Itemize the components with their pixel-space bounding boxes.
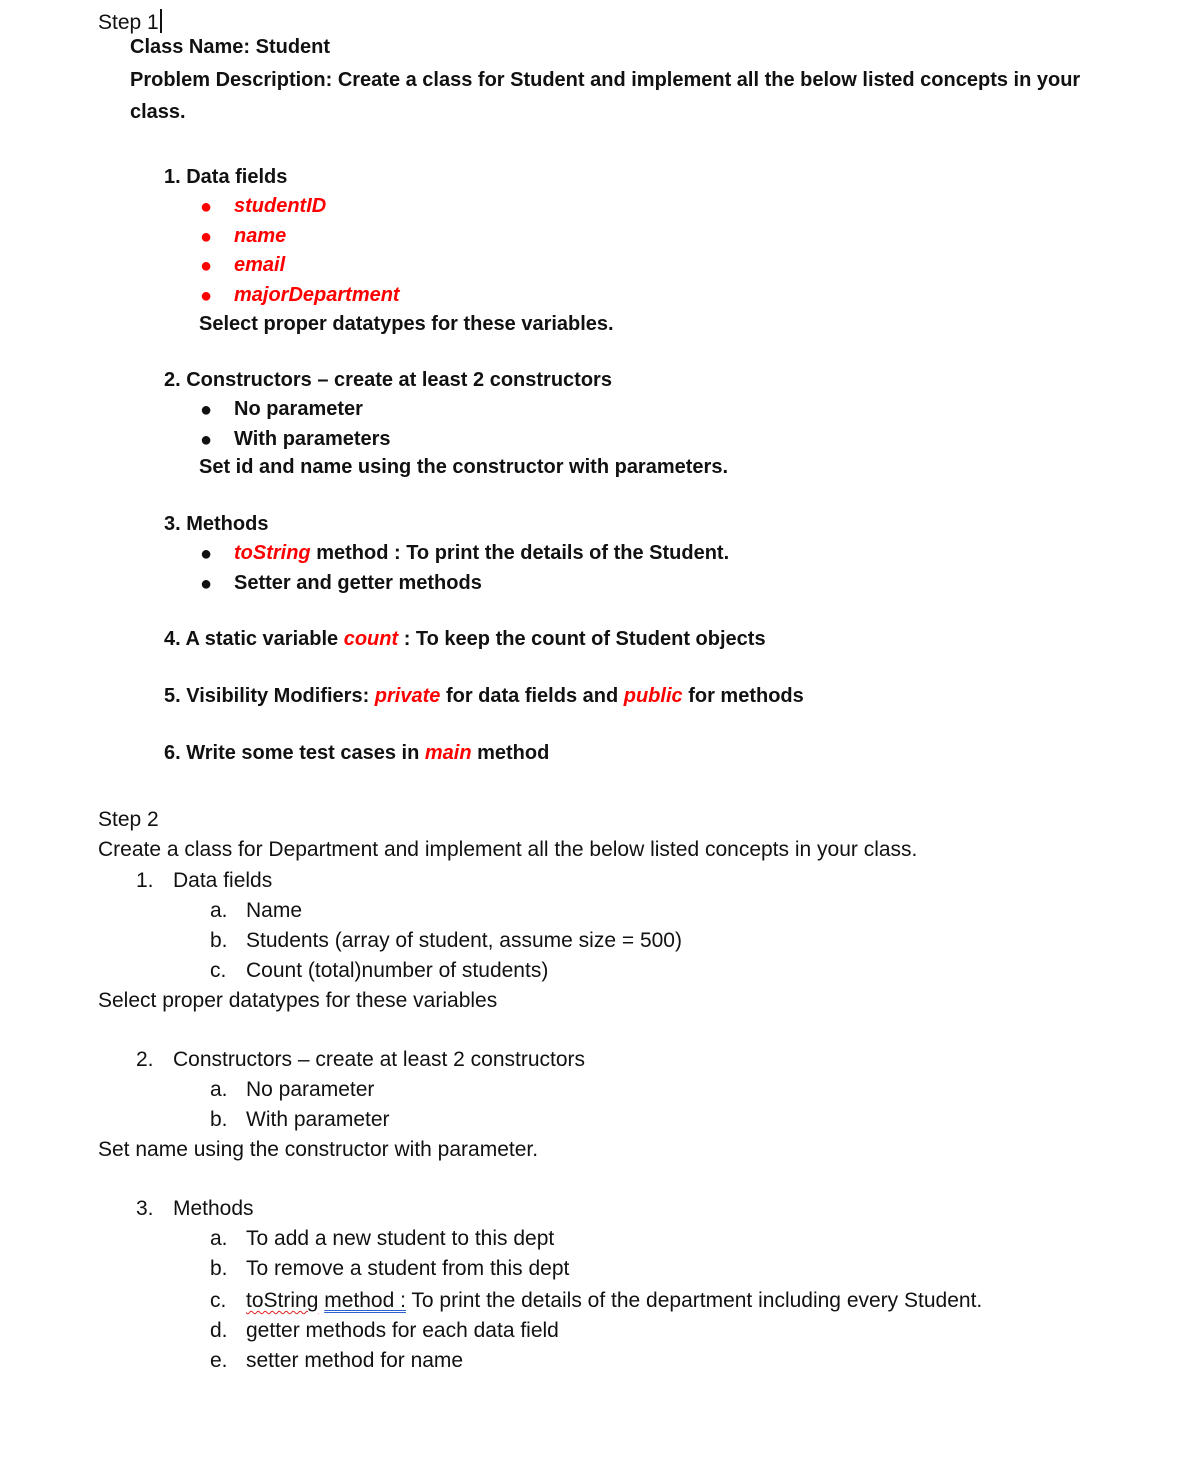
spellcheck-flagged-word[interactable]: toString [246, 1289, 318, 1312]
constructor-item: With parameters [234, 428, 391, 450]
data-fields-title: 1. Data fields [164, 166, 288, 188]
visibility-middle: for data fields and [440, 685, 624, 707]
private-keyword: private [374, 685, 441, 707]
bullet-icon: ● [200, 573, 213, 595]
field-item: email [234, 254, 286, 276]
list-number: 3. [136, 1197, 154, 1220]
step2-heading: Step 2 [98, 808, 159, 831]
problem-description-line1: Problem Description: Create a class for … [130, 69, 1081, 91]
constructor-item: No parameter [234, 398, 363, 420]
list-number: 2. [136, 1048, 154, 1071]
static-variable-prefix: 4. A static variable [164, 628, 344, 650]
dept-method-item: getter methods for each data field [246, 1319, 559, 1342]
dept-constructor-item: No parameter [246, 1078, 375, 1101]
tostring-keyword: toString [234, 542, 311, 564]
test-cases-prefix: 6. Write some test cases in [164, 742, 425, 764]
list-marker: e. [210, 1349, 228, 1372]
dept-method-item: toString method : To print the details o… [246, 1289, 982, 1313]
problem-description-line2: class. [130, 101, 186, 123]
dept-constructor-item: With parameter [246, 1108, 390, 1131]
static-variable-line: 4. A static variable count : To keep the… [164, 628, 766, 651]
class-name-label: Class Name: Student [130, 36, 331, 58]
method-item-accessors: Setter and getter methods [234, 572, 482, 594]
public-keyword: public [623, 685, 683, 707]
bullet-icon: ● [200, 285, 213, 307]
list-marker: c. [210, 959, 227, 982]
bullet-icon: ● [200, 196, 213, 218]
dept-field-item: Students (array of student, assume size … [246, 929, 682, 952]
dept-field-item: Count (total)number of students) [246, 959, 549, 982]
static-variable-suffix: : To keep the count of Student objects [398, 628, 766, 650]
list-marker: b. [210, 1257, 228, 1280]
dept-constructors-title: Constructors – create at least 2 constru… [173, 1048, 586, 1071]
list-marker: b. [210, 929, 228, 952]
test-cases-suffix: method [471, 742, 550, 764]
methods-title: 3. Methods [164, 513, 269, 535]
field-item: name [234, 225, 287, 247]
bullet-icon: ● [200, 429, 213, 451]
dept-field-item: Name [246, 899, 303, 922]
data-fields-note: Select proper datatypes for these variab… [199, 313, 614, 335]
test-cases-line: 6. Write some test cases in main method [164, 742, 549, 765]
field-item: studentID [234, 195, 327, 217]
bullet-icon: ● [200, 399, 213, 421]
constructors-title: 2. Constructors – create at least 2 cons… [164, 369, 612, 391]
main-keyword: main [424, 742, 472, 764]
tostring-description: To print the details of the department i… [405, 1289, 983, 1312]
visibility-suffix: for methods [682, 685, 804, 707]
dept-method-item: setter method for name [246, 1349, 464, 1372]
step1-heading: Step 1 [98, 9, 162, 35]
dept-constructors-note: Set name using the constructor with para… [98, 1138, 539, 1161]
dept-methods-title: Methods [173, 1197, 254, 1220]
step1-heading-text: Step 1 [98, 11, 159, 34]
list-marker: d. [210, 1319, 228, 1342]
step2-intro: Create a class for Department and implem… [98, 838, 918, 861]
visibility-modifiers-line: 5. Visibility Modifiers: private for dat… [164, 685, 804, 708]
method-item-tostring: toString method : To print the details o… [234, 542, 729, 565]
grammar-flagged-phrase[interactable]: method : [324, 1289, 406, 1312]
list-number: 1. [136, 869, 154, 892]
visibility-prefix: 5. Visibility Modifiers: [164, 685, 375, 707]
list-marker: a. [210, 899, 228, 922]
dept-method-item: To remove a student from this dept [246, 1257, 570, 1280]
dept-method-item: To add a new student to this dept [246, 1227, 555, 1250]
list-marker: b. [210, 1108, 228, 1131]
dept-data-fields-note: Select proper datatypes for these variab… [98, 989, 498, 1012]
list-marker: a. [210, 1227, 228, 1250]
list-marker: a. [210, 1078, 228, 1101]
bullet-icon: ● [200, 226, 213, 248]
list-marker: c. [210, 1289, 227, 1312]
constructors-note: Set id and name using the constructor wi… [199, 456, 728, 478]
text-cursor [159, 9, 162, 33]
tostring-description: method : To print the details of the Stu… [310, 542, 730, 564]
bullet-icon: ● [200, 255, 213, 277]
dept-data-fields-title: Data fields [173, 869, 273, 892]
bullet-icon: ● [200, 543, 213, 565]
count-keyword: count [343, 628, 399, 650]
field-item: majorDepartment [234, 284, 400, 306]
